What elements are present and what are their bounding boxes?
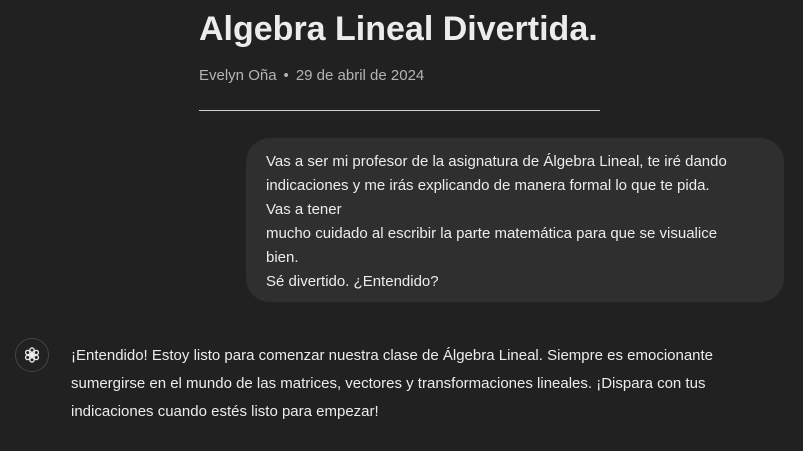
- user-message-line: Sé divertido. ¿Entendido?: [266, 273, 439, 290]
- shared-conversation-page: Algebra Lineal Divertida. Evelyn Oña • 29 …: [0, 0, 803, 451]
- assistant-message: ¡Entendido! Estoy listo para comenzar nu…: [71, 342, 791, 426]
- user-message-bubble: Vas a ser mi profesor de la asignatura d…: [246, 138, 784, 302]
- author-name: Evelyn Oña: [199, 67, 277, 84]
- user-message-line: Vas a ser mi profesor de la asignatura d…: [266, 153, 727, 170]
- assistant-avatar: [15, 338, 49, 372]
- assistant-message-line: ¡Entendido! Estoy listo para comenzar nu…: [71, 347, 714, 364]
- user-message-line: Vas a tener: [266, 201, 342, 218]
- header-divider: [199, 110, 600, 111]
- article-meta: Evelyn Oña • 29 de abril de 2024: [199, 66, 424, 86]
- meta-separator: •: [283, 67, 289, 84]
- publish-date: 29 de abril de 2024: [295, 67, 425, 84]
- page-title: Algebra Lineal Divertida.: [199, 10, 598, 48]
- user-message-line: indicaciones y me irás explicando de man…: [266, 177, 710, 194]
- openai-logo-icon: [24, 347, 40, 363]
- assistant-message-line: indicaciones cuando estés listo para emp…: [71, 403, 379, 420]
- user-message-line: mucho cuidado al escribir la parte matem…: [266, 225, 718, 242]
- user-message-line: bien.: [266, 249, 299, 266]
- assistant-message-line: sumergirse en el mundo de las matrices, …: [71, 375, 706, 392]
